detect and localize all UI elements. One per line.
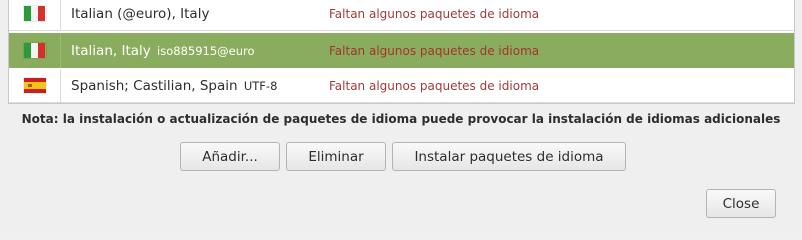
language-row-spanish-spain[interactable]: Spanish; Castilian, Spain UTF-8 Faltan a… xyxy=(9,69,794,103)
italy-flag-icon xyxy=(23,43,46,58)
language-encoding: iso885915@euro xyxy=(157,43,255,58)
add-button[interactable]: Añadir... xyxy=(180,142,280,171)
spain-flag-icon xyxy=(23,78,46,93)
italy-flag-icon xyxy=(23,6,46,21)
language-row-italian-italy-selected[interactable]: Italian, Italy iso885915@euro Faltan alg… xyxy=(9,33,794,68)
install-language-packs-button[interactable]: Instalar paquetes de idioma xyxy=(392,142,626,171)
language-encoding: UTF-8 xyxy=(243,78,278,93)
language-list: Italian (@euro), Italy Faltan algunos pa… xyxy=(8,0,795,104)
language-status: Faltan algunos paquetes de idioma xyxy=(329,43,540,58)
language-status: Faltan algunos paquetes de idioma xyxy=(329,78,540,93)
flag-cell xyxy=(9,33,61,68)
language-status: Faltan algunos paquetes de idioma xyxy=(329,6,540,21)
language-settings-window: Italian (@euro), Italy Faltan algunos pa… xyxy=(0,0,802,233)
close-button[interactable]: Close xyxy=(706,189,776,218)
flag-cell xyxy=(9,69,61,102)
language-name: Italian (@euro), Italy xyxy=(71,5,210,22)
language-name: Spanish; Castilian, Spain UTF-8 xyxy=(71,77,278,94)
language-name: Italian, Italy iso885915@euro xyxy=(71,42,255,59)
install-note: Nota: la instalación o actualización de … xyxy=(21,112,781,126)
flag-cell xyxy=(9,0,61,30)
remove-button[interactable]: Eliminar xyxy=(286,142,386,171)
language-row-italian-euro[interactable]: Italian (@euro), Italy Faltan algunos pa… xyxy=(9,0,794,31)
